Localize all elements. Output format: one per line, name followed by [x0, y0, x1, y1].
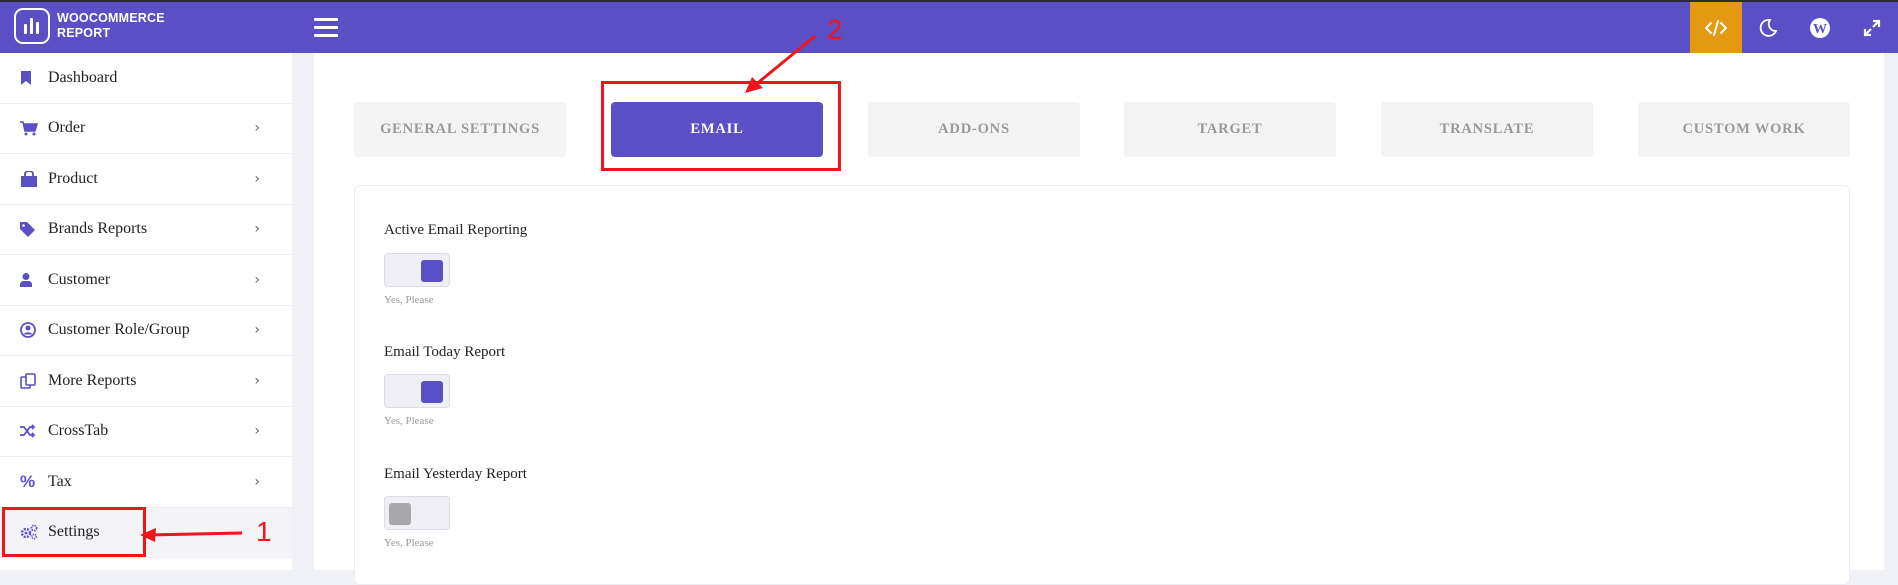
chevron-right-icon: › [254, 322, 260, 339]
bookmark-icon [20, 69, 40, 87]
sidebar-item-label: Customer Role/Group [48, 321, 190, 339]
tab-add-ons[interactable]: ADD-ONS [868, 102, 1080, 157]
chevron-right-icon: › [254, 372, 260, 389]
chevron-right-icon: › [254, 120, 260, 137]
percent-icon: % [20, 471, 36, 491]
user-icon [20, 271, 40, 289]
sidebar-item-label: Brands Reports [48, 220, 148, 238]
email-yesterday-report-label: Email Yesterday Report [384, 466, 527, 482]
shopping-bag-icon [20, 170, 40, 188]
shuffle-icon [20, 422, 40, 440]
chevron-right-icon: › [254, 221, 260, 238]
dark-mode-button[interactable] [1742, 2, 1794, 53]
email-settings-card [354, 185, 1850, 585]
code-icon [1705, 19, 1727, 36]
svg-text:W: W [1813, 22, 1827, 37]
active-email-reporting-toggle[interactable] [384, 253, 450, 287]
brand-logo[interactable]: WOOCOMMERCE REPORT [14, 8, 165, 44]
wordpress-icon: W [1810, 17, 1830, 38]
sidebar-item-more-reports[interactable]: More Reports › [0, 356, 292, 407]
email-today-report-hint: Yes, Please [384, 415, 434, 427]
annotation-arrow-2 [745, 34, 816, 93]
active-email-reporting-label: Active Email Reporting [384, 222, 528, 238]
sidebar-item-label: CrossTab [48, 422, 109, 440]
chevron-right-icon: › [254, 473, 260, 490]
brand-title: WOOCOMMERCE REPORT [57, 11, 165, 41]
email-yesterday-report-hint: Yes, Please [384, 537, 434, 549]
sidebar-item-customer[interactable]: Customer › [0, 255, 292, 306]
sidebar-item-crosstab[interactable]: CrossTab › [0, 407, 292, 457]
sidebar-item-label: Customer [48, 270, 111, 288]
cart-icon [20, 119, 40, 137]
email-yesterday-report-toggle[interactable] [384, 496, 450, 530]
brand-line-2: REPORT [57, 26, 111, 40]
chevron-right-icon: › [254, 423, 260, 440]
sidebar-item-label: Tax [48, 472, 72, 490]
user-circle-icon [20, 321, 40, 339]
sidebar-item-order[interactable]: Order › [0, 104, 292, 154]
chevron-right-icon: › [254, 271, 260, 288]
sidebar-item-customer-role-group[interactable]: Customer Role/Group › [0, 306, 292, 356]
menu-toggle-button[interactable] [314, 18, 338, 37]
fullscreen-button[interactable] [1846, 2, 1898, 53]
sidebar-item-label: More Reports [48, 371, 137, 389]
bar-chart-icon [14, 8, 50, 44]
annotation-box-settings [2, 507, 146, 557]
tab-custom-work[interactable]: CUSTOM WORK [1638, 102, 1850, 157]
email-today-report-label: Email Today Report [384, 344, 506, 360]
sidebar-item-tax[interactable]: % Tax › [0, 457, 292, 508]
annotation-number-1: 1 [256, 516, 272, 547]
sidebar-item-product[interactable]: Product › [0, 154, 292, 205]
top-bar: WOOCOMMERCE REPORT W [0, 0, 1898, 53]
annotation-number-2: 2 [827, 14, 843, 45]
sidebar-item-label: Product [48, 169, 98, 187]
email-today-report-toggle[interactable] [384, 374, 450, 408]
sidebar-item-label: Order [48, 119, 86, 137]
moon-icon [1759, 18, 1778, 37]
sidebar-item-dashboard[interactable]: Dashboard [0, 53, 292, 104]
wordpress-button[interactable]: W [1794, 2, 1846, 53]
sidebar-item-brands-reports[interactable]: Brands Reports › [0, 205, 292, 255]
active-email-reporting-hint: Yes, Please [384, 294, 434, 306]
annotation-box-email [601, 81, 841, 171]
code-button[interactable] [1690, 2, 1742, 53]
brand-line-1: WOOCOMMERCE [57, 11, 165, 25]
sidebar-item-label: Dashboard [48, 68, 118, 86]
tab-general-settings[interactable]: GENERAL SETTINGS [354, 102, 566, 157]
chevron-right-icon: › [254, 170, 260, 187]
sidebar: Dashboard Order › Product › Brands Repor… [0, 53, 292, 570]
tab-translate[interactable]: TRANSLATE [1381, 102, 1593, 157]
fullscreen-icon [1863, 19, 1881, 36]
tag-icon [20, 220, 40, 238]
tab-target[interactable]: TARGET [1124, 102, 1336, 157]
copy-icon [20, 372, 40, 390]
